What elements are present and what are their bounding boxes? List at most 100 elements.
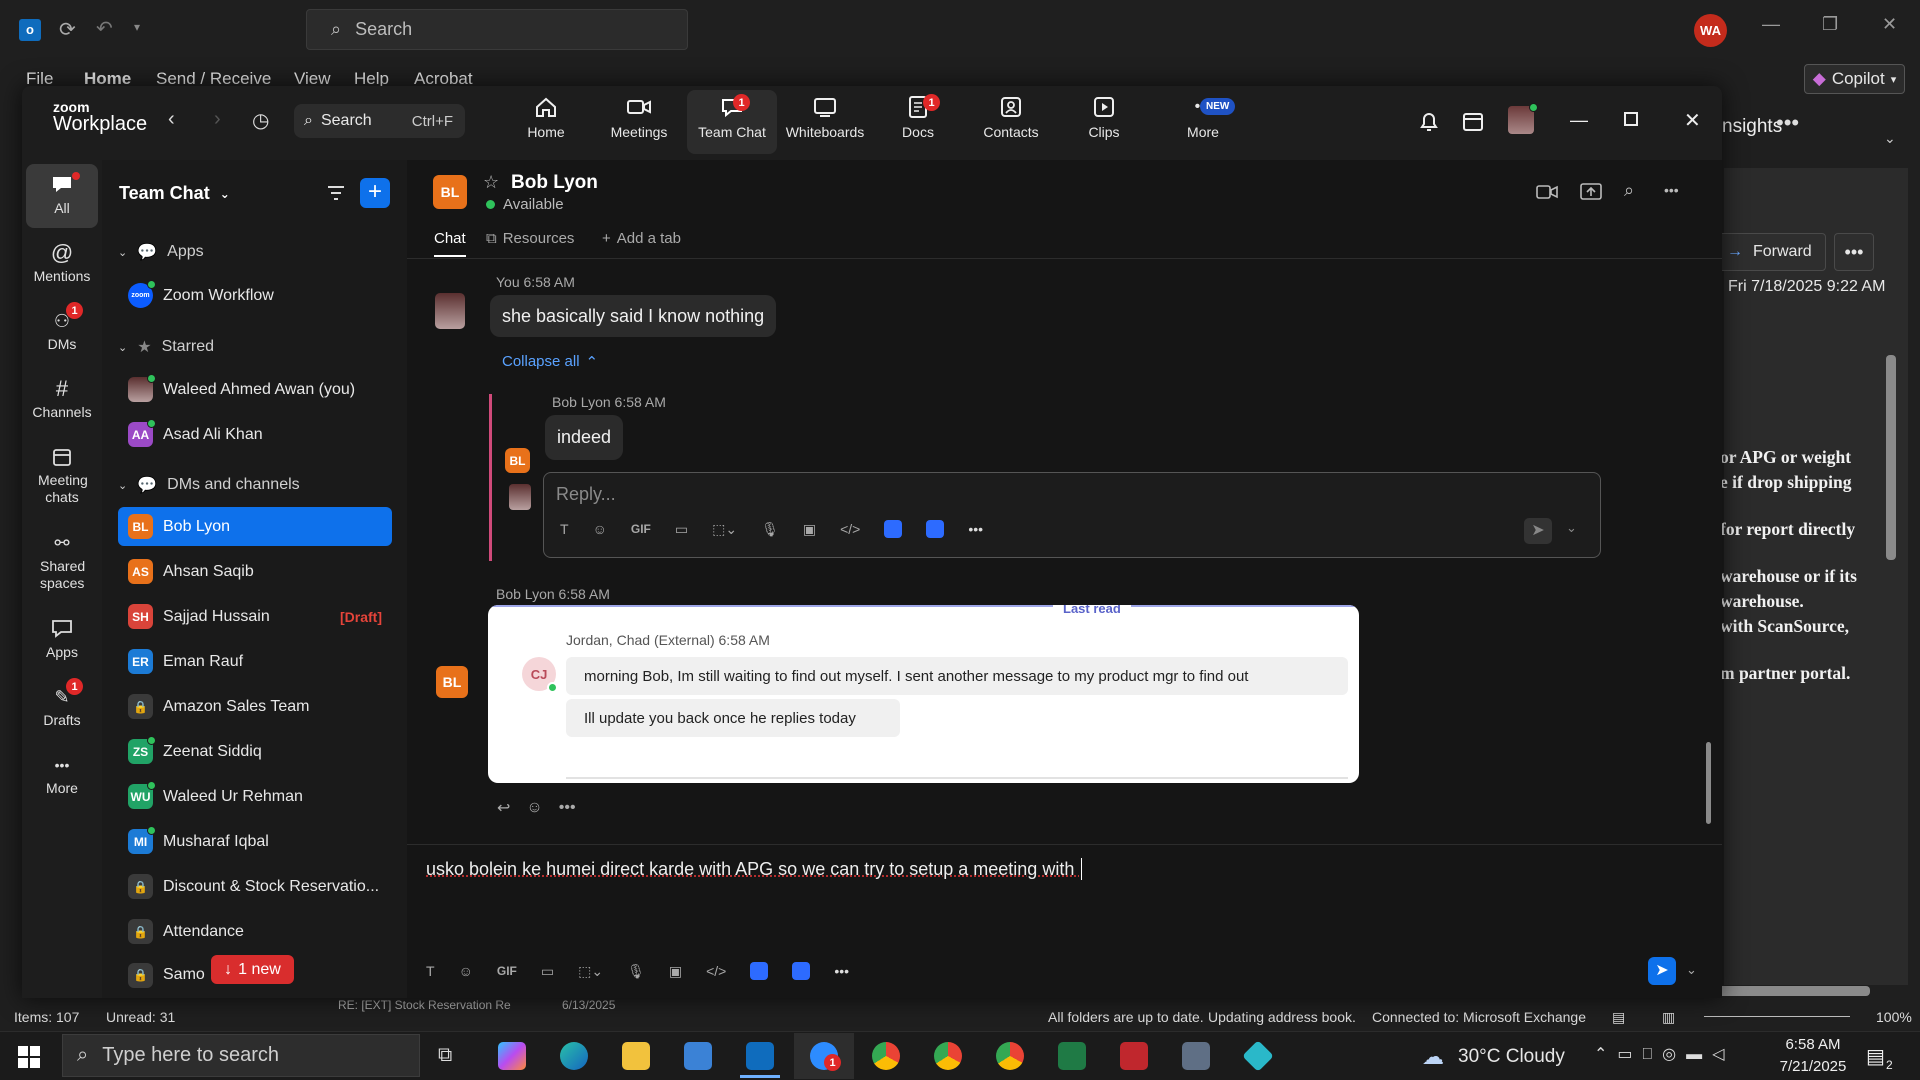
- insights-label[interactable]: nsights: [1722, 116, 1782, 138]
- reading-view-icon[interactable]: ▥: [1662, 1009, 1675, 1026]
- outlook-taskbar-icon[interactable]: [746, 1042, 774, 1070]
- rail-shared-spaces[interactable]: ⚯ Shared spaces: [26, 528, 98, 592]
- horizontal-scrollbar[interactable]: [1712, 986, 1870, 996]
- reply-send-button[interactable]: ➤: [1524, 518, 1552, 544]
- reply-send-options-icon[interactable]: ⌄: [1566, 520, 1577, 536]
- copilot-app-icon[interactable]: [498, 1042, 526, 1070]
- screenshot-icon[interactable]: ⬚⌄: [578, 963, 603, 980]
- compose-input[interactable]: usko bolein ke humei direct karde with A…: [426, 858, 1083, 880]
- rail-all[interactable]: All: [26, 170, 98, 216]
- collapse-all-link[interactable]: Collapse all ⌃: [502, 353, 598, 371]
- minimize-icon[interactable]: —: [1762, 14, 1780, 35]
- tab-home[interactable]: Home: [501, 90, 591, 154]
- screenshot-icon[interactable]: ⬚⌄: [712, 521, 737, 538]
- chat-scrollbar[interactable]: [1706, 742, 1711, 824]
- restore-icon[interactable]: ❐: [1822, 14, 1838, 35]
- profile-avatar[interactable]: [1508, 103, 1538, 134]
- zoom-maximize-icon[interactable]: [1624, 112, 1638, 126]
- file-explorer-icon[interactable]: [622, 1042, 650, 1070]
- more-icon[interactable]: •••: [968, 521, 983, 537]
- app-2-icon[interactable]: [926, 520, 945, 538]
- close-icon[interactable]: ✕: [1882, 14, 1897, 35]
- chrome-profile-2-icon[interactable]: [996, 1042, 1024, 1070]
- sidebar-item-amazon-sales[interactable]: 🔒 Amazon Sales Team: [118, 687, 392, 726]
- history-icon[interactable]: ◷: [252, 108, 269, 133]
- weather-text[interactable]: 30°C Cloudy: [1458, 1046, 1565, 1068]
- video-message-icon[interactable]: ▣: [669, 963, 682, 980]
- rail-channels[interactable]: # Channels: [26, 374, 98, 420]
- app-2-icon[interactable]: [792, 962, 811, 980]
- send-options-icon[interactable]: ⌄: [1686, 962, 1697, 978]
- clock-time[interactable]: 6:58 AM: [1778, 1036, 1848, 1053]
- rail-meeting-chats[interactable]: Meeting chats: [26, 442, 98, 506]
- sidebar-item-discount-stock[interactable]: 🔒 Discount & Stock Reservatio...: [118, 867, 392, 906]
- filter-icon[interactable]: [326, 184, 346, 202]
- video-call-icon[interactable]: [1536, 184, 1558, 200]
- tab-chat[interactable]: Chat: [434, 230, 466, 257]
- sidebar-item-zoom-workflow[interactable]: zoom Zoom Workflow: [118, 276, 392, 315]
- code-icon[interactable]: </>: [840, 521, 860, 537]
- mic-icon[interactable]: 🎙: [761, 521, 779, 538]
- app-1-icon[interactable]: [884, 520, 903, 538]
- ribbon-collapse-icon[interactable]: ⌄: [1884, 130, 1896, 147]
- format-icon[interactable]: T: [426, 963, 435, 979]
- file-icon[interactable]: ▭: [675, 521, 688, 538]
- reading-more-button[interactable]: •••: [1834, 233, 1874, 271]
- tab-resources[interactable]: ⧉ Resources: [486, 230, 574, 247]
- message-bubble[interactable]: indeed: [545, 415, 624, 460]
- sidebar-item-zeenat[interactable]: ZS Zeenat Siddiq: [118, 732, 392, 771]
- reply-box[interactable]: [543, 472, 1601, 558]
- zoom-search-input[interactable]: ⌕ Search Ctrl+F: [294, 104, 465, 138]
- sidebar-item-self[interactable]: Waleed Ahmed Awan (you): [118, 370, 392, 409]
- normal-view-icon[interactable]: ▤: [1612, 1009, 1625, 1026]
- edge-icon[interactable]: [560, 1042, 588, 1070]
- add-reaction-icon[interactable]: ☺: [526, 799, 542, 817]
- sidebar-item-musharaf[interactable]: MI Musharaf Iqbal: [118, 822, 392, 861]
- reading-scrollbar[interactable]: [1886, 355, 1896, 560]
- forward-nav-icon[interactable]: ›: [214, 108, 221, 131]
- undo-icon[interactable]: ↶: [96, 16, 113, 41]
- tab-contacts[interactable]: Contacts: [966, 90, 1056, 154]
- reply-input[interactable]: Reply...: [556, 484, 616, 505]
- start-icon[interactable]: [18, 1046, 40, 1068]
- notifications-icon[interactable]: [1418, 110, 1440, 134]
- tab-add[interactable]: + Add a tab: [602, 230, 681, 247]
- favorite-star-icon[interactable]: ☆: [483, 172, 499, 193]
- more-icon[interactable]: •••: [559, 799, 576, 817]
- sidebar-item-bob-lyon[interactable]: BL Bob Lyon: [118, 507, 392, 546]
- new-messages-pill[interactable]: ↓ 1 new: [211, 955, 294, 984]
- rail-apps[interactable]: Apps: [26, 614, 98, 660]
- clock-date[interactable]: 7/21/2025: [1770, 1058, 1856, 1075]
- account-avatar[interactable]: WA: [1694, 14, 1727, 47]
- tab-team-chat[interactable]: Team Chat 1: [687, 90, 777, 154]
- zoom-close-icon[interactable]: ✕: [1684, 108, 1701, 133]
- sidebar-item-sajjad[interactable]: SH Sajjad Hussain [Draft]: [118, 597, 392, 636]
- calculator-icon[interactable]: [1182, 1042, 1210, 1070]
- file-icon[interactable]: ▭: [541, 963, 554, 980]
- qat-chevron-icon[interactable]: ▾: [134, 20, 140, 34]
- forward-button[interactable]: → Forward: [1716, 233, 1826, 271]
- tab-meetings[interactable]: Meetings: [594, 90, 684, 154]
- tab-docs[interactable]: Docs 1: [873, 90, 963, 154]
- tab-more[interactable]: ••• More NEW: [1158, 90, 1248, 154]
- sidebar-item-ahsan[interactable]: AS Ahsan Saqib: [118, 552, 392, 591]
- ribbon-more-icon[interactable]: •••: [1776, 110, 1799, 136]
- chrome-profile-icon[interactable]: [934, 1042, 962, 1070]
- sidebar-item-attendance[interactable]: 🔒 Attendance: [118, 912, 392, 951]
- gif-icon[interactable]: GIF: [631, 522, 651, 536]
- outlook-search-input[interactable]: ⌕ Search: [306, 9, 688, 50]
- tray-icons[interactable]: ⌃▭⎕◎▬◁: [1594, 1044, 1734, 1064]
- emoji-icon[interactable]: ☺: [459, 963, 473, 979]
- chat-options-icon[interactable]: •••: [1664, 182, 1679, 198]
- gif-icon[interactable]: GIF: [497, 964, 517, 978]
- store-icon[interactable]: [684, 1042, 712, 1070]
- mic-icon[interactable]: 🎙: [627, 963, 645, 980]
- zoom-slider[interactable]: [1704, 1016, 1850, 1017]
- section-dms-channels[interactable]: ⌄ 💬 DMs and channels: [118, 475, 300, 495]
- excel-icon[interactable]: [1058, 1042, 1086, 1070]
- calendar-icon[interactable]: [1462, 110, 1484, 132]
- format-icon[interactable]: T: [560, 521, 569, 537]
- message-bubble[interactable]: she basically said I know nothing: [490, 295, 777, 337]
- filezilla-icon[interactable]: [1120, 1042, 1148, 1070]
- notification-icon[interactable]: ▤: [1866, 1044, 1885, 1069]
